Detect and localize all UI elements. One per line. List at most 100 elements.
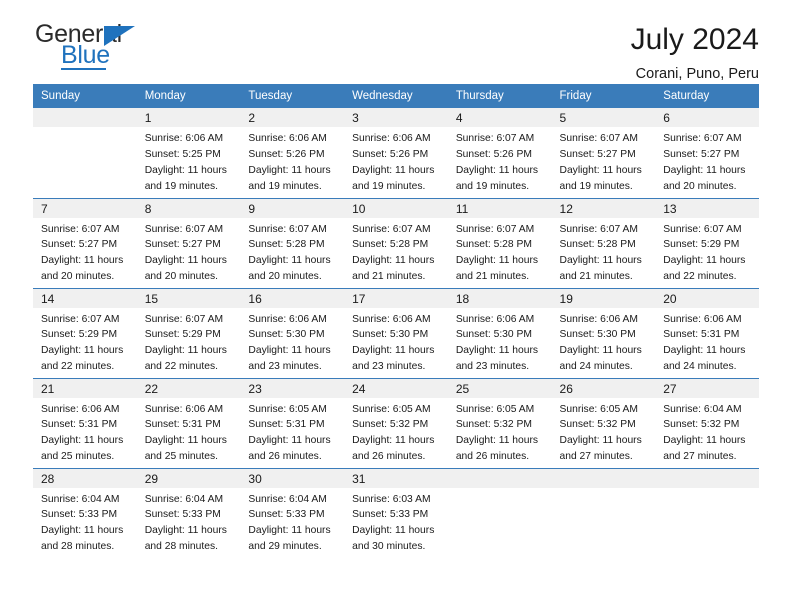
calendar-day-cell[interactable]: 14 Sunrise: 6:07 AM Sunset: 5:29 PM Dayligh… <box>33 287 137 378</box>
daylight-duration-line2: and 29 minutes. <box>248 541 322 553</box>
day-details: Sunrise: 6:06 AM Sunset: 5:30 PM Daylight:… <box>448 308 552 376</box>
day-details: Sunrise: 6:07 AM Sunset: 5:29 PM Daylight:… <box>137 308 241 376</box>
day-number <box>447 468 552 488</box>
calendar-day-cell[interactable]: 21 Sunrise: 6:06 AM Sunset: 5:31 PM Dayligh… <box>33 377 137 468</box>
calendar-day-cell[interactable]: 25 Sunrise: 6:05 AM Sunset: 5:32 PM Dayligh… <box>447 377 552 468</box>
daylight-duration-line1: Daylight: 11 hours <box>559 164 642 176</box>
calendar-day-cell[interactable]: 19 Sunrise: 6:06 AM Sunset: 5:30 PM Dayligh… <box>551 287 656 378</box>
calendar-day-cell[interactable]: 4 Sunrise: 6:07 AM Sunset: 5:26 PM Daylight… <box>447 108 552 198</box>
calendar-week-row: 1 Sunrise: 6:06 AM Sunset: 5:25 PM Daylight… <box>33 108 759 198</box>
day-details: Sunrise: 6:05 AM Sunset: 5:32 PM Daylight:… <box>448 398 552 466</box>
daylight-duration-line2: and 19 minutes. <box>352 180 426 192</box>
sunset-time: Sunset: 5:29 PM <box>144 329 221 341</box>
sunrise-time: Sunrise: 6:05 AM <box>248 403 327 415</box>
day-details: Sunrise: 6:06 AM Sunset: 5:30 PM Daylight:… <box>240 308 344 376</box>
daylight-duration-line1: Daylight: 11 hours <box>455 164 539 176</box>
calendar-day-cell[interactable]: 13 Sunrise: 6:07 AM Sunset: 5:29 PM Dayligh… <box>655 197 759 288</box>
calendar-day-cell[interactable]: 29 Sunrise: 6:04 AM Sunset: 5:33 PM Dayligh… <box>136 467 241 558</box>
sunset-time: Sunset: 5:33 PM <box>41 509 118 521</box>
sunset-time: Sunset: 5:28 PM <box>352 239 429 251</box>
calendar-day-cell[interactable]: 11 Sunrise: 6:07 AM Sunset: 5:28 PM Dayligh… <box>447 197 552 288</box>
calendar-day-cell[interactable]: 30 Sunrise: 6:04 AM Sunset: 5:33 PM Dayligh… <box>240 467 345 558</box>
sunset-time: Sunset: 5:30 PM <box>248 329 325 341</box>
calendar-day-cell[interactable]: 23 Sunrise: 6:05 AM Sunset: 5:31 PM Dayligh… <box>240 377 345 468</box>
daylight-duration-line1: Daylight: 11 hours <box>248 435 331 447</box>
daylight-duration-line2: and 26 minutes. <box>248 451 322 463</box>
sunrise-time: Sunrise: 6:04 AM <box>663 403 742 415</box>
calendar-day-cell[interactable]: 20 Sunrise: 6:06 AM Sunset: 5:31 PM Dayligh… <box>655 287 759 378</box>
daylight-duration-line1: Daylight: 11 hours <box>144 255 227 267</box>
day-number <box>655 468 759 488</box>
calendar-day-cell[interactable]: 17 Sunrise: 6:06 AM Sunset: 5:30 PM Dayligh… <box>344 287 448 378</box>
calendar-day-cell[interactable]: 6 Sunrise: 6:07 AM Sunset: 5:27 PM Daylight… <box>655 108 759 198</box>
day-details: Sunrise: 6:06 AM Sunset: 5:31 PM Daylight:… <box>137 398 241 466</box>
day-number: 10 <box>344 198 448 218</box>
sunrise-time: Sunrise: 6:06 AM <box>41 403 120 415</box>
calendar-day-cell[interactable]: 28 Sunrise: 6:04 AM Sunset: 5:33 PM Dayligh… <box>33 467 137 558</box>
sunset-time: Sunset: 5:29 PM <box>41 329 118 341</box>
sunset-time: Sunset: 5:31 PM <box>41 419 118 431</box>
calendar-day-cell[interactable]: 18 Sunrise: 6:06 AM Sunset: 5:30 PM Dayligh… <box>447 287 552 378</box>
sunrise-time: Sunrise: 6:07 AM <box>559 133 638 144</box>
sunset-time: Sunset: 5:31 PM <box>663 329 740 341</box>
day-number: 17 <box>344 288 448 308</box>
daylight-duration-line2: and 21 minutes. <box>559 271 633 283</box>
calendar-body: 1 Sunrise: 6:06 AM Sunset: 5:25 PM Daylight… <box>33 108 759 558</box>
calendar-day-cell[interactable]: 16 Sunrise: 6:06 AM Sunset: 5:30 PM Dayligh… <box>240 287 345 378</box>
sunrise-time: Sunrise: 6:04 AM <box>41 493 120 505</box>
calendar-day-cell[interactable]: 24 Sunrise: 6:05 AM Sunset: 5:32 PM Dayligh… <box>344 377 448 468</box>
calendar-day-cell[interactable]: 2 Sunrise: 6:06 AM Sunset: 5:26 PM Daylight… <box>240 108 345 198</box>
day-details: Sunrise: 6:07 AM Sunset: 5:27 PM Daylight:… <box>33 218 137 286</box>
sunrise-time: Sunrise: 6:07 AM <box>455 223 535 235</box>
sunrise-time: Sunrise: 6:05 AM <box>559 403 638 415</box>
daylight-duration-line2: and 27 minutes. <box>663 451 737 463</box>
calendar-day-cell[interactable]: 9 Sunrise: 6:07 AM Sunset: 5:28 PM Daylight… <box>240 197 345 288</box>
calendar-day-cell[interactable]: 22 Sunrise: 6:06 AM Sunset: 5:31 PM Dayligh… <box>136 377 241 468</box>
sunset-time: Sunset: 5:30 PM <box>559 329 636 341</box>
calendar-header-row: Sunday Monday Tuesday Wednesday Thursday… <box>33 84 759 108</box>
sunrise-time: Sunrise: 6:06 AM <box>248 133 327 144</box>
day-details: Sunrise: 6:07 AM Sunset: 5:28 PM Daylight:… <box>344 218 448 286</box>
day-details: Sunrise: 6:07 AM Sunset: 5:28 PM Daylight:… <box>448 218 552 286</box>
calendar-day-cell[interactable]: 15 Sunrise: 6:07 AM Sunset: 5:29 PM Dayligh… <box>136 287 241 378</box>
day-details: Sunrise: 6:06 AM Sunset: 5:30 PM Daylight:… <box>552 308 656 376</box>
calendar-day-cell[interactable]: 3 Sunrise: 6:06 AM Sunset: 5:26 PM Daylight… <box>344 108 448 198</box>
daylight-duration-line2: and 22 minutes. <box>41 361 115 373</box>
day-details: Sunrise: 6:05 AM Sunset: 5:32 PM Daylight:… <box>552 398 656 466</box>
daylight-duration-line1: Daylight: 11 hours <box>663 164 746 176</box>
day-details: Sunrise: 6:05 AM Sunset: 5:32 PM Daylight:… <box>344 398 448 466</box>
day-number: 4 <box>447 108 552 127</box>
calendar-empty-cell <box>447 467 552 558</box>
calendar-day-cell[interactable]: 31 Sunrise: 6:03 AM Sunset: 5:33 PM Dayligh… <box>344 467 448 558</box>
sunset-time: Sunset: 5:31 PM <box>248 419 325 431</box>
daylight-duration-line1: Daylight: 11 hours <box>41 525 124 537</box>
calendar-day-cell[interactable]: 27 Sunrise: 6:04 AM Sunset: 5:32 PM Dayligh… <box>655 377 759 468</box>
generalblue-logo[interactable]: General Blue <box>33 22 163 70</box>
sunrise-time: Sunrise: 6:04 AM <box>248 493 327 505</box>
daylight-duration-line2: and 28 minutes. <box>41 541 115 553</box>
weekday-header-sunday: Sunday <box>33 84 137 108</box>
day-number: 13 <box>655 198 759 218</box>
page-header: General Blue July 2024 Corani, Puno, Per… <box>33 0 759 82</box>
sunset-time: Sunset: 5:27 PM <box>663 148 740 160</box>
day-number: 28 <box>33 468 137 488</box>
day-number: 11 <box>447 198 552 218</box>
daylight-duration-line2: and 26 minutes. <box>455 451 530 463</box>
day-number <box>551 468 656 488</box>
daylight-duration-line1: Daylight: 11 hours <box>352 164 435 176</box>
calendar-day-cell[interactable]: 12 Sunrise: 6:07 AM Sunset: 5:28 PM Dayligh… <box>551 197 656 288</box>
sunset-time: Sunset: 5:32 PM <box>352 419 429 431</box>
day-number: 20 <box>655 288 759 308</box>
calendar-day-cell[interactable]: 1 Sunrise: 6:06 AM Sunset: 5:25 PM Daylight… <box>136 108 241 198</box>
day-details: Sunrise: 6:06 AM Sunset: 5:26 PM Daylight:… <box>240 127 344 195</box>
calendar-day-cell[interactable]: 7 Sunrise: 6:07 AM Sunset: 5:27 PM Daylight… <box>33 197 137 288</box>
calendar-day-cell[interactable]: 26 Sunrise: 6:05 AM Sunset: 5:32 PM Dayligh… <box>551 377 656 468</box>
day-details: Sunrise: 6:06 AM Sunset: 5:25 PM Daylight:… <box>137 127 241 195</box>
daylight-duration-line1: Daylight: 11 hours <box>559 435 642 447</box>
daylight-duration-line1: Daylight: 11 hours <box>663 345 746 357</box>
calendar-day-cell[interactable]: 8 Sunrise: 6:07 AM Sunset: 5:27 PM Daylight… <box>136 197 241 288</box>
calendar-day-cell[interactable]: 5 Sunrise: 6:07 AM Sunset: 5:27 PM Daylight… <box>551 108 656 198</box>
calendar-day-cell[interactable]: 10 Sunrise: 6:07 AM Sunset: 5:28 PM Dayligh… <box>344 197 448 288</box>
daylight-duration-line2: and 25 minutes. <box>144 451 218 463</box>
daylight-duration-line2: and 24 minutes. <box>559 361 633 373</box>
